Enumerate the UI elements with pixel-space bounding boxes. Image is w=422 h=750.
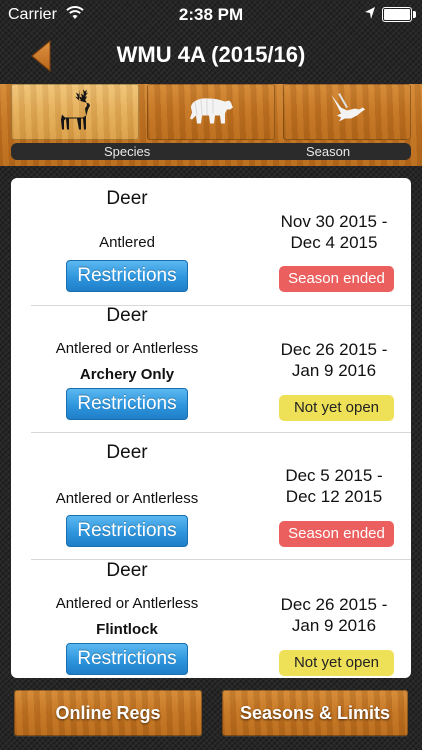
bottom-toolbar: Online Regs Seasons & Limits [0, 678, 422, 750]
location-arrow-icon [364, 6, 376, 25]
restrictions-button[interactable]: Restrictions [66, 643, 188, 675]
species-name: Deer [106, 442, 148, 463]
season-end: Jan 9 2016 [291, 361, 377, 380]
season-dates: Dec 26 2015 - Jan 9 2016 [257, 594, 411, 636]
species-name: Deer [106, 305, 148, 326]
season-start: Dec 26 2015 - [280, 340, 388, 359]
status-badge: Not yet open [279, 395, 394, 421]
segment-season[interactable]: Season [306, 144, 350, 159]
battery-icon [382, 7, 412, 22]
clock: 2:38 PM [178, 5, 244, 24]
status-bar: Carrier 2:38 PM [0, 0, 422, 30]
bear-icon [187, 94, 235, 131]
tab-bear[interactable] [147, 84, 275, 140]
season-start: Dec 5 2015 - [285, 466, 383, 485]
navigation-bar: WMU 4A (2015/16) [0, 30, 422, 82]
antler-type: Antlered or Antlerless [55, 490, 199, 507]
bird-icon [327, 92, 367, 133]
elk-icon [53, 88, 97, 137]
season-end: Jan 9 2016 [291, 616, 377, 635]
season-end: Dec 12 2015 [285, 487, 383, 506]
season-dates: Dec 5 2015 - Dec 12 2015 [257, 465, 411, 507]
species-name: Deer [106, 560, 148, 581]
antler-type: Antlered or Antlerless [55, 595, 199, 612]
antler-type: Antlered [99, 234, 155, 251]
page-title: WMU 4A (2015/16) [116, 42, 306, 67]
season-list: Deer Antlered Restrictions Nov 30 2015 -… [11, 178, 411, 678]
list-item: Deer Antlered or Antlerless Flintlock Re… [11, 550, 411, 678]
online-regs-button[interactable]: Online Regs [14, 690, 202, 736]
seasons-limits-button[interactable]: Seasons & Limits [222, 690, 408, 736]
restrictions-button[interactable]: Restrictions [66, 515, 188, 547]
list-item: Deer Antlered or Antlerless Restrictions… [11, 432, 411, 560]
season-start: Nov 30 2015 - [280, 212, 388, 231]
status-badge: Not yet open [279, 650, 394, 676]
segment-species[interactable]: Species [104, 144, 150, 159]
battery-tip [413, 11, 416, 18]
species-name: Deer [106, 188, 148, 209]
season-start: Dec 26 2015 - [280, 595, 388, 614]
species-tab-strip: Species Season [0, 84, 422, 166]
season-dates: Dec 26 2015 - Jan 9 2016 [257, 339, 411, 381]
season-dates: Nov 30 2015 - Dec 4 2015 [257, 211, 411, 253]
list-item: Deer Antlered or Antlerless Archery Only… [11, 295, 411, 433]
tab-bird[interactable] [283, 84, 411, 140]
view-segmented-control: Species Season [11, 143, 411, 160]
list-item: Deer Antlered Restrictions Nov 30 2015 -… [11, 178, 411, 306]
segment-bar: Species Season [0, 140, 422, 166]
status-badge: Season ended [279, 521, 394, 547]
status-badge: Season ended [279, 266, 394, 292]
antler-type: Antlered or Antlerless [55, 340, 199, 357]
restrictions-button[interactable]: Restrictions [66, 388, 188, 420]
season-note: Flintlock [96, 621, 158, 638]
restrictions-button[interactable]: Restrictions [66, 260, 188, 292]
tab-elk[interactable] [11, 84, 139, 140]
season-end: Dec 4 2015 [290, 233, 378, 252]
season-note: Archery Only [79, 366, 175, 383]
